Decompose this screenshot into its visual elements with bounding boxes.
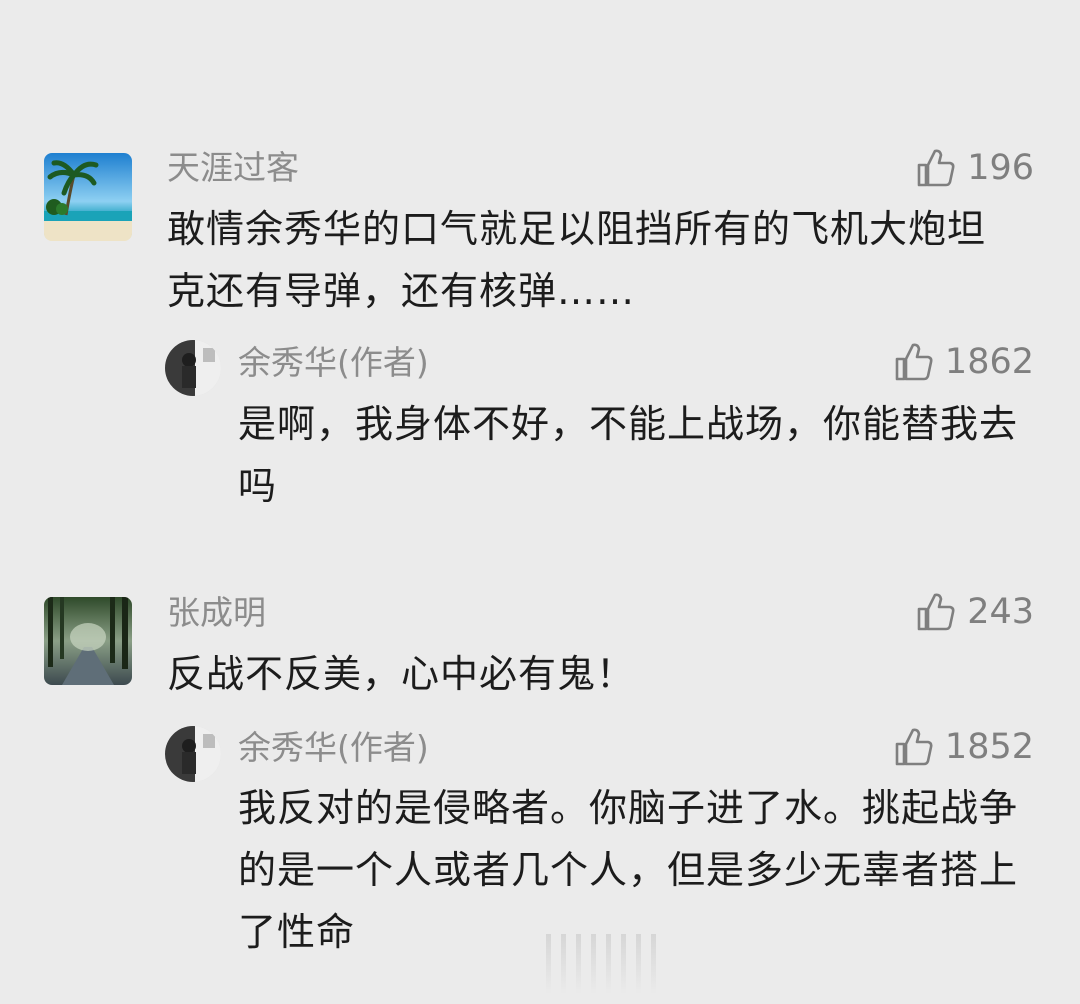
like-button[interactable]: 196 [915, 146, 1034, 190]
avatar[interactable] [165, 340, 221, 396]
like-button[interactable]: 243 [915, 590, 1034, 634]
reply-text: 是啊，我身体不好，不能上战场，你能替我去吗 [238, 402, 1019, 508]
reply-username[interactable]: 余秀华(作者) [238, 343, 429, 383]
reply-username[interactable]: 余秀华(作者) [238, 728, 429, 768]
like-count: 243 [967, 592, 1034, 632]
comment-username[interactable]: 张成明 [167, 593, 266, 633]
like-button[interactable]: 1862 [893, 340, 1034, 384]
like-button[interactable]: 1852 [893, 725, 1034, 769]
avatar[interactable] [44, 153, 132, 241]
avatar[interactable] [165, 726, 221, 782]
comment-text: 敢情余秀华的口气就足以阻挡所有的飞机大炮坦克还有导弹，还有核弹…… [167, 207, 987, 313]
thumbs-up-icon [917, 149, 955, 187]
comment-text: 反战不反美，心中必有鬼！ [167, 652, 636, 696]
like-count: 196 [967, 148, 1034, 188]
like-count: 1852 [944, 727, 1034, 767]
thumbs-up-icon [895, 728, 933, 766]
thumbs-up-icon [895, 343, 933, 381]
avatar[interactable] [44, 597, 132, 685]
like-count: 1862 [944, 342, 1034, 382]
comment-username[interactable]: 天涯过客 [167, 148, 299, 188]
watermark [546, 934, 676, 994]
thumbs-up-icon [917, 593, 955, 631]
